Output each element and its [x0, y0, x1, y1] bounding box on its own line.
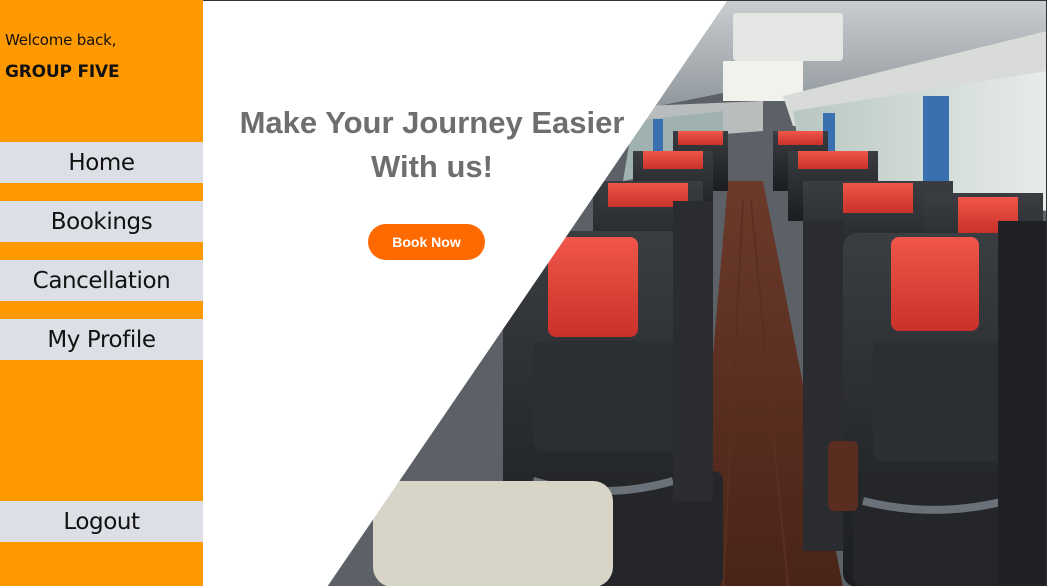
headline-line-1: Make Your Journey Easier	[239, 105, 625, 140]
logout-button[interactable]: Logout	[0, 501, 203, 542]
nav-cancellation-button[interactable]: Cancellation	[0, 260, 203, 301]
hero-section: Make Your Journey Easier With us! Book N…	[203, 0, 1047, 586]
sidebar: Welcome back, GROUP FIVE Home Bookings C…	[0, 0, 203, 586]
book-now-button[interactable]: Book Now	[368, 224, 485, 260]
nav-home-button[interactable]: Home	[0, 142, 203, 183]
headline-line-2: With us!	[371, 149, 493, 184]
user-name: GROUP FIVE	[5, 62, 120, 82]
welcome-text: Welcome back,	[5, 31, 117, 49]
nav-bookings-button[interactable]: Bookings	[0, 201, 203, 242]
hero-headline: Make Your Journey Easier With us!	[223, 101, 641, 189]
bus-interior-image	[203, 1, 1046, 586]
nav-my-profile-button[interactable]: My Profile	[0, 319, 203, 360]
